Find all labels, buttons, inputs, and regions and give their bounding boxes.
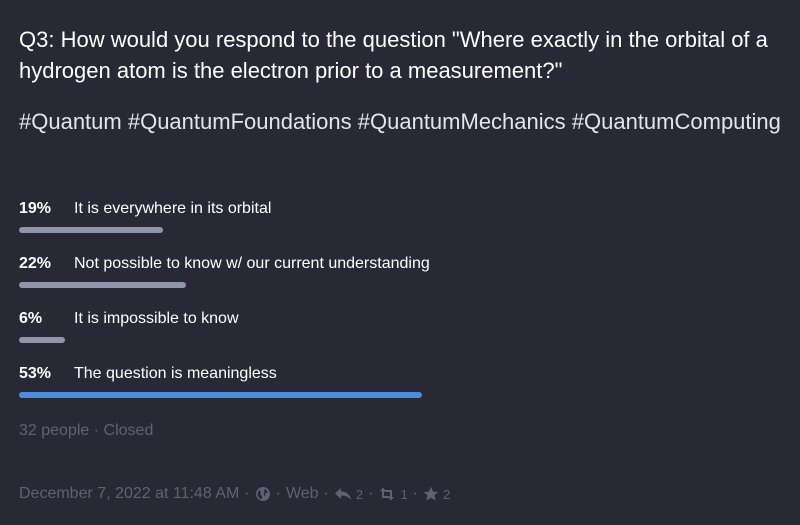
poll-voter-count: 32 people <box>19 422 90 439</box>
separator-dot: · <box>93 422 104 439</box>
star-icon[interactable] <box>423 486 439 502</box>
poll-option-bar-track <box>19 392 779 398</box>
poll-option-percent: 6% <box>19 310 43 327</box>
poll-option-bar <box>19 392 422 398</box>
globe-icon <box>255 486 271 502</box>
favourite-count: 2 <box>443 486 451 502</box>
separator-dot: · <box>412 485 418 502</box>
status-content: Q3: How would you respond to the questio… <box>19 27 768 83</box>
timestamp-link[interactable]: December 7, 2022 at 11:48 AM <box>19 485 239 503</box>
source-label: Web <box>285 485 319 502</box>
separator-dot: · <box>244 485 250 502</box>
poll-option-label: It is impossible to know <box>74 310 239 327</box>
poll-option-label: The question is meaningless <box>74 365 277 382</box>
poll-option-bar-track <box>19 337 779 343</box>
poll-option-percent: 22% <box>19 255 52 272</box>
status-card: Q3: How would you respond to the questio… <box>0 0 800 525</box>
separator-dot: · <box>323 485 329 502</box>
poll-option-label: It is everywhere in its orbital <box>74 200 272 217</box>
boost-icon[interactable] <box>378 487 396 501</box>
hashtags[interactable]: #Quantum #QuantumFoundations #QuantumMec… <box>19 106 789 137</box>
poll-option-percent: 53% <box>19 365 52 382</box>
poll-option-bar <box>19 282 186 288</box>
poll-option-bar-track <box>19 227 779 233</box>
separator-dot: · <box>275 485 281 502</box>
poll-option-bar <box>19 337 65 343</box>
boost-count: 1 <box>400 486 408 502</box>
poll-option-bar <box>19 227 163 233</box>
status-meta-bar: December 7, 2022 at 11:48 AM · · Web · 2… <box>19 483 450 505</box>
reply-icon[interactable] <box>334 487 352 501</box>
poll-summary: 32 people · Closed <box>19 421 153 441</box>
poll-option-percent: 19% <box>19 200 52 217</box>
poll-option-bar-track <box>19 282 779 288</box>
poll-option-label: Not possible to know w/ our current unde… <box>74 255 430 272</box>
separator-dot: · <box>368 485 374 502</box>
reply-count: 2 <box>355 486 364 502</box>
poll-status: Closed <box>103 422 154 439</box>
